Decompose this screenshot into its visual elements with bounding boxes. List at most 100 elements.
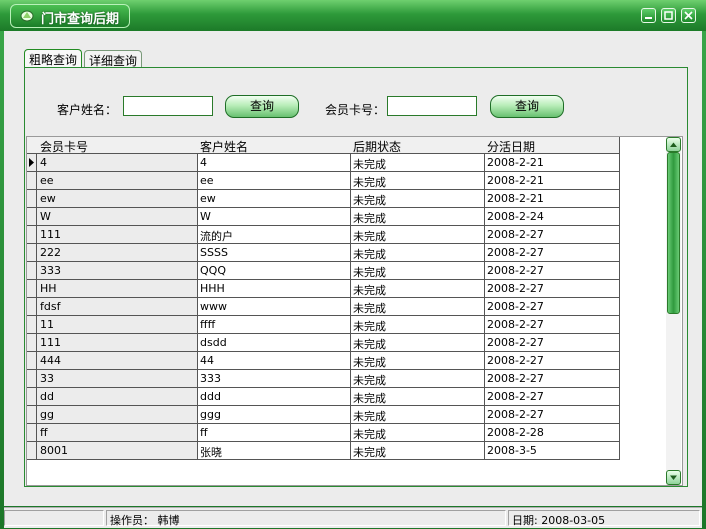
cell-status[interactable]: 未完成	[350, 208, 485, 226]
row-indicator[interactable]	[27, 442, 37, 460]
cell-name[interactable]: ffff	[197, 316, 351, 334]
title-bar[interactable]: 门市查询后期	[0, 0, 706, 31]
cell-name[interactable]: QQQ	[197, 262, 351, 280]
table-row[interactable]: ew ew 未完成 2008-2-21	[27, 190, 620, 208]
table-row[interactable]: fdsf www 未完成 2008-2-27	[27, 298, 620, 316]
cell-name[interactable]: ew	[197, 190, 351, 208]
cell-date[interactable]: 2008-2-27	[484, 406, 620, 424]
row-indicator[interactable]	[27, 370, 37, 388]
table-row[interactable]: 111 流的户 未完成 2008-2-27	[27, 226, 620, 244]
cell-card[interactable]: gg	[37, 406, 198, 424]
cell-status[interactable]: 未完成	[350, 280, 485, 298]
table-row[interactable]: dd ddd 未完成 2008-2-27	[27, 388, 620, 406]
cell-name[interactable]: 张晓	[197, 442, 351, 460]
cell-date[interactable]: 2008-2-27	[484, 334, 620, 352]
cell-card[interactable]: 33	[37, 370, 198, 388]
results-grid[interactable]: 会员卡号 客户姓名 后期状态 分活日期 4 4 未完成 2008-2-21 ee ee 未完…	[26, 136, 683, 486]
cell-card[interactable]: 11	[37, 316, 198, 334]
row-indicator[interactable]	[27, 424, 37, 442]
scroll-down-button[interactable]	[666, 470, 681, 485]
close-button[interactable]	[681, 8, 696, 23]
row-indicator[interactable]	[27, 316, 37, 334]
cell-date[interactable]: 2008-2-24	[484, 208, 620, 226]
table-row[interactable]: 111 dsdd 未完成 2008-2-27	[27, 334, 620, 352]
cell-card[interactable]: ew	[37, 190, 198, 208]
cell-name[interactable]: 44	[197, 352, 351, 370]
table-row[interactable]: 444 44 未完成 2008-2-27	[27, 352, 620, 370]
cell-date[interactable]: 2008-2-27	[484, 280, 620, 298]
cell-status[interactable]: 未完成	[350, 244, 485, 262]
table-row[interactable]: HH HHH 未完成 2008-2-27	[27, 280, 620, 298]
scroll-thumb[interactable]	[667, 152, 680, 314]
row-indicator[interactable]	[27, 172, 37, 190]
cell-card[interactable]: fdsf	[37, 298, 198, 316]
row-indicator[interactable]	[27, 190, 37, 208]
table-row[interactable]: 33 333 未完成 2008-2-27	[27, 370, 620, 388]
cell-date[interactable]: 2008-2-27	[484, 298, 620, 316]
table-row[interactable]: gg ggg 未完成 2008-2-27	[27, 406, 620, 424]
cell-card[interactable]: 333	[37, 262, 198, 280]
table-row[interactable]: 333 QQQ 未完成 2008-2-27	[27, 262, 620, 280]
cell-date[interactable]: 2008-2-27	[484, 262, 620, 280]
cell-card[interactable]: 8001	[37, 442, 198, 460]
row-indicator[interactable]	[27, 298, 37, 316]
cell-status[interactable]: 未完成	[350, 352, 485, 370]
cell-status[interactable]: 未完成	[350, 388, 485, 406]
cell-date[interactable]: 2008-2-27	[484, 226, 620, 244]
table-row[interactable]: 8001 张晓 未完成 2008-3-5	[27, 442, 620, 460]
maximize-button[interactable]	[661, 8, 676, 23]
cell-card[interactable]: 4	[37, 154, 198, 172]
cell-status[interactable]: 未完成	[350, 406, 485, 424]
cell-name[interactable]: 333	[197, 370, 351, 388]
cell-status[interactable]: 未完成	[350, 424, 485, 442]
column-header-card[interactable]: 会员卡号	[37, 137, 198, 154]
cell-status[interactable]: 未完成	[350, 226, 485, 244]
query-by-name-button[interactable]: 查询	[225, 95, 299, 118]
table-row[interactable]: W W 未完成 2008-2-24	[27, 208, 620, 226]
tab-rough-query[interactable]: 粗略查询	[24, 49, 83, 69]
cell-date[interactable]: 2008-3-5	[484, 442, 620, 460]
column-header-name[interactable]: 客户姓名	[197, 137, 351, 154]
row-indicator[interactable]	[27, 280, 37, 298]
table-row[interactable]: ff ff 未完成 2008-2-28	[27, 424, 620, 442]
cell-status[interactable]: 未完成	[350, 298, 485, 316]
column-header-status[interactable]: 后期状态	[350, 137, 485, 154]
cell-card[interactable]: HH	[37, 280, 198, 298]
table-row[interactable]: 11 ffff 未完成 2008-2-27	[27, 316, 620, 334]
scroll-up-button[interactable]	[666, 137, 681, 152]
cell-name[interactable]: www	[197, 298, 351, 316]
customer-name-input[interactable]	[123, 96, 213, 116]
cell-card[interactable]: ff	[37, 424, 198, 442]
cell-status[interactable]: 未完成	[350, 316, 485, 334]
cell-status[interactable]: 未完成	[350, 172, 485, 190]
row-indicator[interactable]	[27, 388, 37, 406]
cell-date[interactable]: 2008-2-28	[484, 424, 620, 442]
cell-date[interactable]: 2008-2-21	[484, 190, 620, 208]
cell-date[interactable]: 2008-2-21	[484, 154, 620, 172]
cell-card[interactable]: W	[37, 208, 198, 226]
row-indicator[interactable]	[27, 406, 37, 424]
cell-card[interactable]: 111	[37, 226, 198, 244]
cell-card[interactable]: dd	[37, 388, 198, 406]
vertical-scrollbar[interactable]	[666, 137, 681, 485]
row-indicator[interactable]	[27, 226, 37, 244]
cell-status[interactable]: 未完成	[350, 190, 485, 208]
cell-status[interactable]: 未完成	[350, 334, 485, 352]
table-row[interactable]: 222 SSSS 未完成 2008-2-27	[27, 244, 620, 262]
cell-card[interactable]: 111	[37, 334, 198, 352]
cell-name[interactable]: SSSS	[197, 244, 351, 262]
cell-date[interactable]: 2008-2-27	[484, 388, 620, 406]
cell-name[interactable]: W	[197, 208, 351, 226]
cell-name[interactable]: ggg	[197, 406, 351, 424]
cell-card[interactable]: ee	[37, 172, 198, 190]
cell-date[interactable]: 2008-2-27	[484, 316, 620, 334]
cell-name[interactable]: ee	[197, 172, 351, 190]
cell-date[interactable]: 2008-2-27	[484, 370, 620, 388]
cell-date[interactable]: 2008-2-27	[484, 244, 620, 262]
row-indicator[interactable]	[27, 154, 37, 172]
cell-status[interactable]: 未完成	[350, 262, 485, 280]
table-row[interactable]: ee ee 未完成 2008-2-21	[27, 172, 620, 190]
member-card-input[interactable]	[387, 96, 477, 116]
tab-detailed-query[interactable]: 详细查询	[84, 50, 143, 68]
cell-name[interactable]: ddd	[197, 388, 351, 406]
